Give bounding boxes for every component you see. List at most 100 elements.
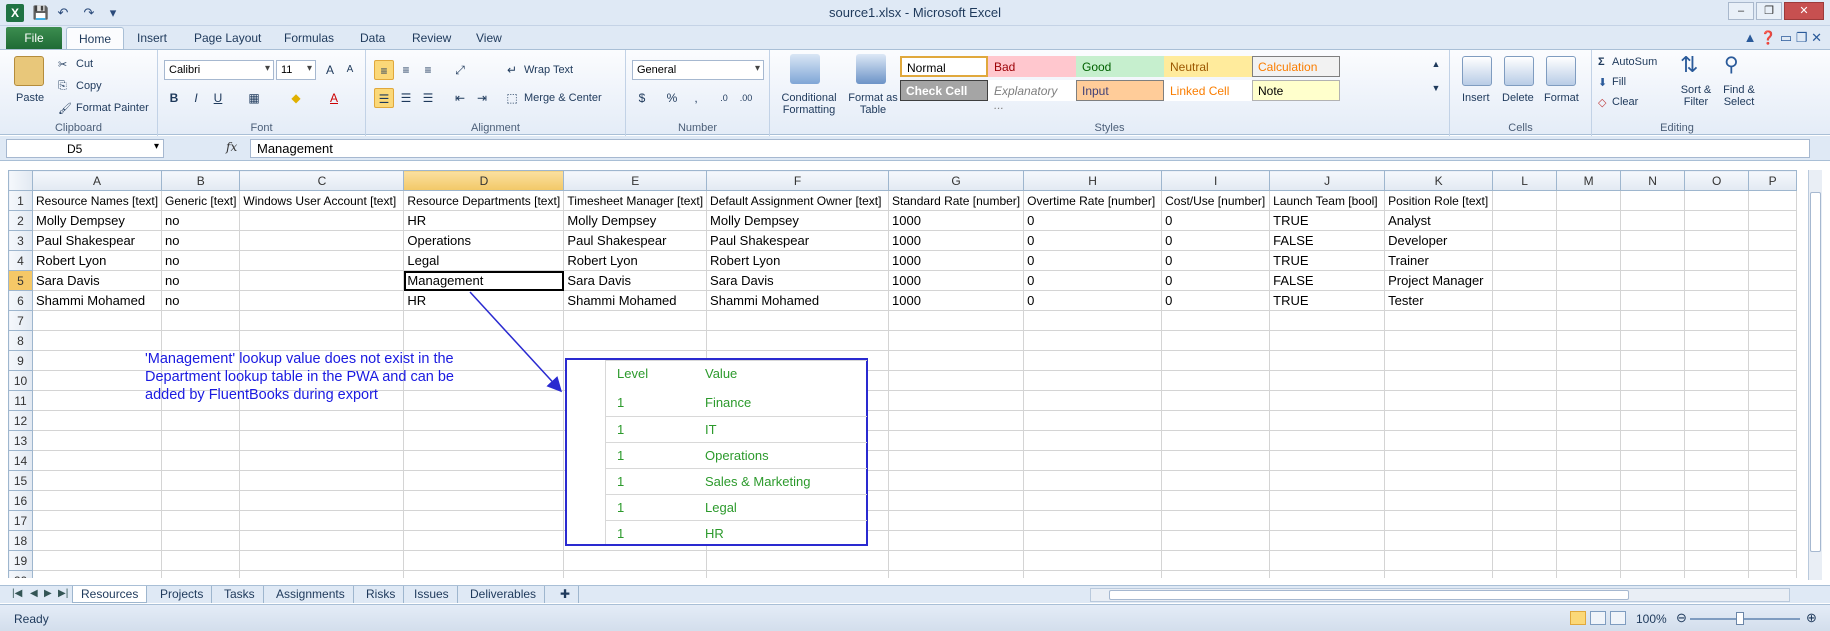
- tab-page-layout[interactable]: Page Layout: [194, 31, 261, 45]
- cell[interactable]: [1684, 270, 1750, 291]
- sort-filter-button[interactable]: Sort & Filter: [1676, 84, 1716, 108]
- cell[interactable]: [1748, 530, 1798, 551]
- cell[interactable]: [403, 530, 565, 551]
- cell[interactable]: [161, 310, 241, 331]
- cell[interactable]: Shammi Mohamed: [706, 290, 890, 311]
- cell[interactable]: [1384, 330, 1494, 351]
- cell[interactable]: [1620, 570, 1686, 578]
- cell[interactable]: [403, 410, 565, 431]
- cell[interactable]: Analyst: [1384, 210, 1494, 231]
- cell[interactable]: [1620, 290, 1686, 311]
- cell[interactable]: [1492, 270, 1558, 291]
- cell[interactable]: [1384, 450, 1494, 471]
- cell[interactable]: Paul Shakespear: [563, 230, 708, 251]
- cell[interactable]: [239, 270, 405, 291]
- cell[interactable]: HR: [403, 290, 565, 311]
- cell[interactable]: Robert Lyon: [563, 250, 708, 271]
- cell[interactable]: [1620, 250, 1686, 271]
- cell[interactable]: 0: [1161, 210, 1271, 231]
- cell[interactable]: [1620, 310, 1686, 331]
- cell[interactable]: [31, 510, 163, 531]
- cell[interactable]: 0: [1161, 270, 1271, 291]
- cell[interactable]: [1269, 570, 1386, 578]
- cell[interactable]: no: [161, 210, 241, 231]
- cell[interactable]: [1161, 450, 1271, 471]
- next-sheet-icon[interactable]: ▶: [44, 588, 52, 599]
- cell[interactable]: [403, 310, 565, 331]
- cell[interactable]: [1161, 470, 1271, 491]
- row-header[interactable]: 3: [8, 230, 33, 251]
- cell[interactable]: [563, 330, 708, 351]
- underline-icon[interactable]: U: [208, 88, 228, 108]
- cell[interactable]: [161, 530, 241, 551]
- cell[interactable]: 0: [1023, 210, 1163, 231]
- row-header[interactable]: 18: [8, 530, 33, 551]
- cell[interactable]: [239, 230, 405, 251]
- zoom-level[interactable]: 100%: [1636, 612, 1667, 626]
- cell[interactable]: Generic [text]: [161, 190, 241, 211]
- fill-color-icon[interactable]: ◆: [286, 88, 306, 108]
- help-icon[interactable]: ▲ ❓ ▭ ❐ ✕: [1744, 30, 1822, 46]
- cell[interactable]: [1556, 290, 1622, 311]
- cell[interactable]: [1684, 390, 1750, 411]
- zoom-in-icon[interactable]: ⊕: [1806, 610, 1817, 626]
- column-header[interactable]: O: [1684, 170, 1750, 191]
- cell[interactable]: Overtime Rate [number]: [1023, 190, 1163, 211]
- column-header[interactable]: H: [1023, 170, 1163, 191]
- cell[interactable]: Position Role [text]: [1384, 190, 1494, 211]
- cell[interactable]: Sara Davis: [706, 270, 890, 291]
- cell[interactable]: [1620, 550, 1686, 571]
- cell[interactable]: [1161, 410, 1271, 431]
- cell[interactable]: [239, 410, 405, 431]
- cell[interactable]: Standard Rate [number]: [888, 190, 1025, 211]
- wrap-text-button[interactable]: Wrap Text: [524, 64, 573, 76]
- cell[interactable]: [1620, 410, 1686, 431]
- cell[interactable]: [1492, 310, 1558, 331]
- cell[interactable]: [239, 430, 405, 451]
- column-header[interactable]: B: [161, 170, 241, 191]
- vertical-scrollbar[interactable]: [1808, 170, 1822, 580]
- vertical-scroll-thumb[interactable]: [1810, 192, 1821, 552]
- cell[interactable]: [239, 330, 405, 351]
- cell[interactable]: [1023, 370, 1163, 391]
- cell[interactable]: [1492, 470, 1558, 491]
- cell[interactable]: [1620, 530, 1686, 551]
- format-as-table-icon[interactable]: [856, 54, 886, 84]
- cell[interactable]: [1620, 210, 1686, 231]
- row-header[interactable]: 15: [8, 470, 33, 491]
- cell[interactable]: [1748, 550, 1798, 571]
- horizontal-scrollbar[interactable]: [1090, 588, 1790, 602]
- cell[interactable]: [31, 490, 163, 511]
- cell[interactable]: [1684, 310, 1750, 331]
- cell[interactable]: [1023, 490, 1163, 511]
- row-header[interactable]: 14: [8, 450, 33, 471]
- cell[interactable]: [1684, 210, 1750, 231]
- cell[interactable]: [1748, 210, 1798, 231]
- cell[interactable]: [239, 530, 405, 551]
- cell[interactable]: [1556, 450, 1622, 471]
- cell[interactable]: [1748, 290, 1798, 311]
- cell[interactable]: no: [161, 290, 241, 311]
- cell[interactable]: [1684, 250, 1750, 271]
- cell[interactable]: [1748, 270, 1798, 291]
- cell[interactable]: [239, 510, 405, 531]
- cell[interactable]: [31, 450, 163, 471]
- sheet-tab[interactable]: Deliverables: [462, 586, 546, 603]
- clear-icon[interactable]: ◇: [1598, 96, 1606, 109]
- cell[interactable]: TRUE: [1269, 210, 1386, 231]
- cell[interactable]: [1748, 510, 1798, 531]
- cell[interactable]: [1161, 430, 1271, 451]
- cell[interactable]: [1556, 550, 1622, 571]
- cell[interactable]: [1748, 230, 1798, 251]
- row-header[interactable]: 19: [8, 550, 33, 571]
- percent-icon[interactable]: %: [662, 88, 682, 108]
- tab-insert[interactable]: Insert: [137, 31, 167, 45]
- cell[interactable]: Shammi Mohamed: [31, 290, 163, 311]
- row-header[interactable]: 20: [8, 570, 33, 578]
- cell[interactable]: [1748, 350, 1798, 371]
- page-layout-view-icon[interactable]: [1590, 611, 1606, 625]
- cell[interactable]: [31, 410, 163, 431]
- row-header[interactable]: 7: [8, 310, 33, 331]
- format-button[interactable]: Format: [1544, 92, 1579, 104]
- cell[interactable]: [403, 570, 565, 578]
